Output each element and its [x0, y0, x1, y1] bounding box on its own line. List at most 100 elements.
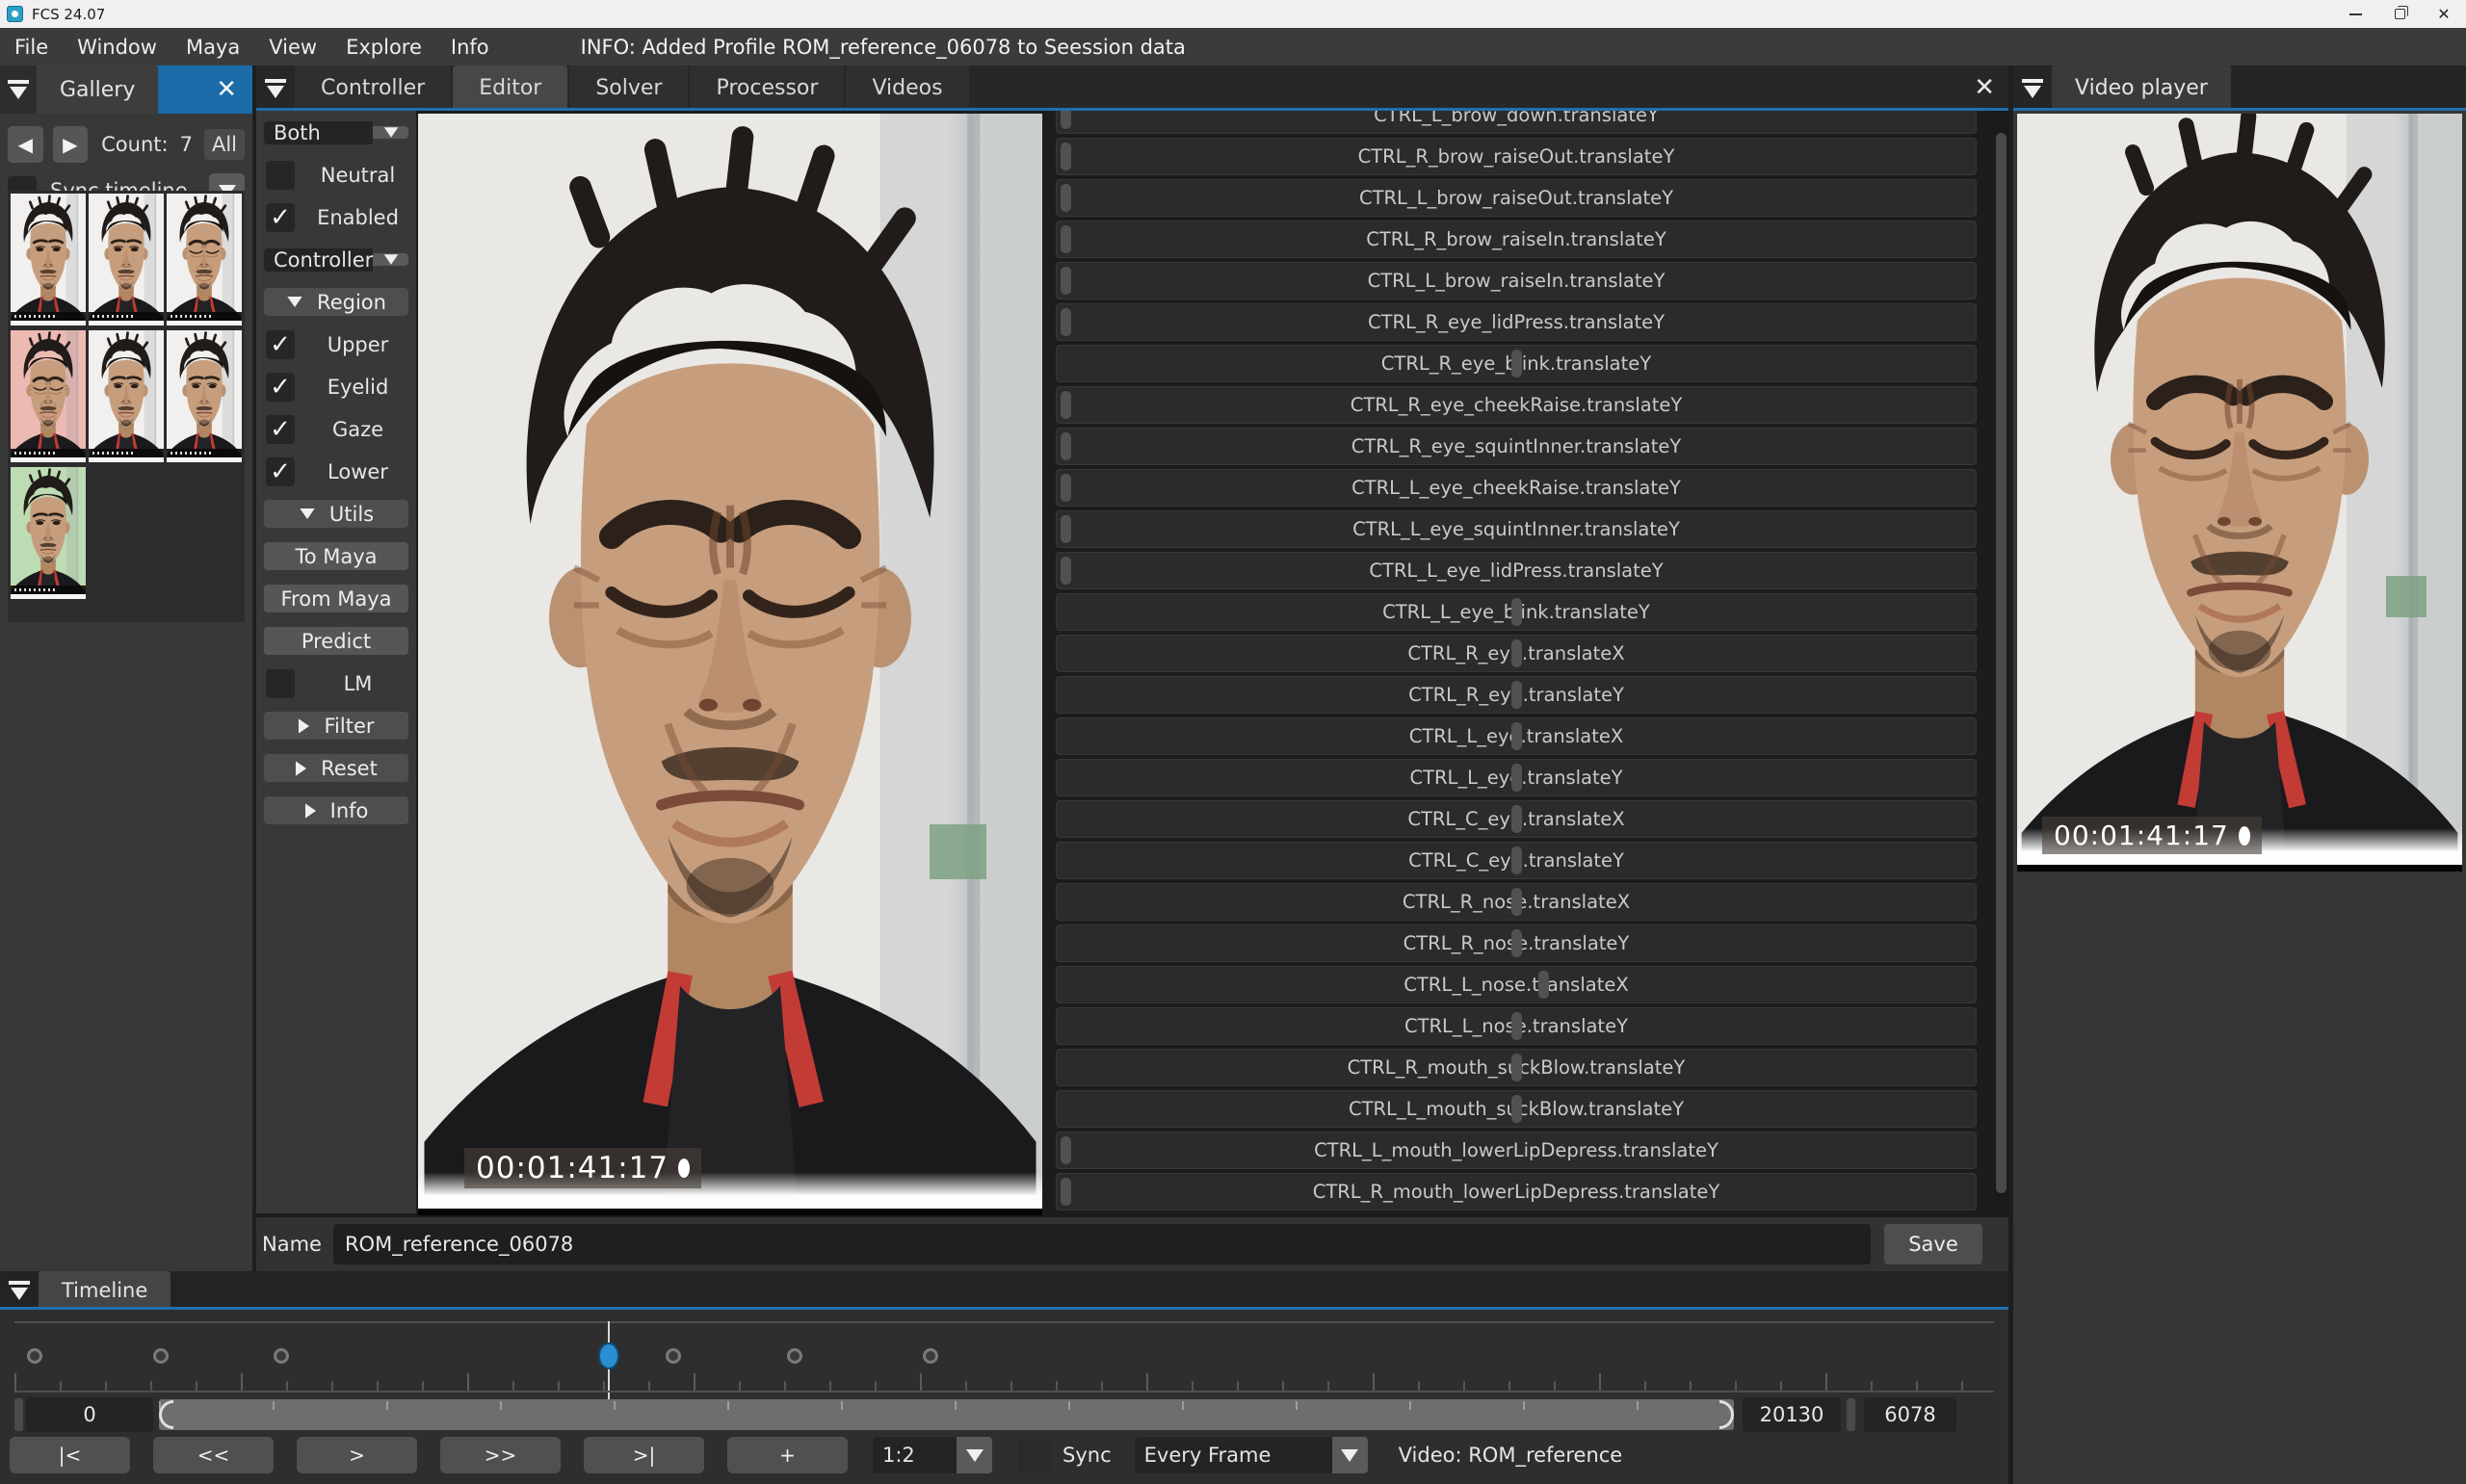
channel-slider-handle[interactable]	[1061, 184, 1071, 212]
timeline-marker[interactable]	[153, 1348, 169, 1364]
channel-slider-handle[interactable]	[1511, 598, 1522, 626]
editor-close-icon[interactable]: ✕	[1974, 73, 1995, 102]
section-info[interactable]: Info	[264, 796, 408, 824]
channel-slider-handle[interactable]	[1511, 929, 1522, 957]
fast-forward-button[interactable]: >>	[440, 1437, 561, 1473]
channel-row[interactable]: CTRL_C_eye.translateX	[1056, 800, 1977, 838]
sync-checkbox[interactable]	[1018, 1439, 1051, 1471]
both-dropdown[interactable]: Both	[264, 118, 408, 146]
reference-video-view[interactable]: 00:01:41:17	[2017, 114, 2462, 872]
range-slider[interactable]	[159, 1399, 1734, 1430]
channel-row[interactable]: CTRL_R_mouth_suckBlow.translateY	[1056, 1049, 1977, 1086]
play-button[interactable]: >	[297, 1437, 417, 1473]
section-reset[interactable]: Reset	[264, 754, 408, 782]
channel-slider-handle[interactable]	[1511, 1054, 1522, 1081]
channel-slider-handle[interactable]	[1511, 846, 1522, 874]
eyelid-checkbox[interactable]: ✓	[266, 373, 295, 402]
timeline-marker[interactable]	[274, 1348, 289, 1364]
channel-slider-handle[interactable]	[1511, 764, 1522, 792]
tab-video-player[interactable]: Video player	[2052, 65, 2231, 111]
panel-collapse-icon[interactable]	[0, 65, 37, 114]
channel-row[interactable]: CTRL_L_brow_down.translateY	[1056, 111, 1977, 134]
range-left-handle[interactable]	[14, 1398, 23, 1431]
gallery-close-icon[interactable]: ✕	[216, 75, 237, 104]
menu-window[interactable]: Window	[63, 36, 171, 59]
gaze-checkbox[interactable]: ✓	[266, 415, 295, 444]
gallery-next-button[interactable]: ▶	[53, 126, 89, 163]
scrollbar-thumb[interactable]	[1996, 133, 2007, 1193]
channel-slider-handle[interactable]	[1511, 1095, 1522, 1123]
from-maya-button[interactable]: From Maya	[264, 585, 408, 612]
channel-slider-handle[interactable]	[1061, 557, 1071, 585]
gallery-thumbnail[interactable]	[89, 194, 164, 325]
controller-dropdown[interactable]: Controller	[264, 246, 408, 273]
channel-slider-handle[interactable]	[1061, 515, 1071, 543]
gallery-thumbnail[interactable]	[11, 194, 86, 325]
to-maya-button[interactable]: To Maya	[264, 542, 408, 570]
channel-slider-handle[interactable]	[1061, 267, 1071, 295]
channel-slider-handle[interactable]	[1538, 971, 1549, 999]
timeline-marker-current[interactable]	[598, 1342, 619, 1369]
channel-row[interactable]: CTRL_R_eye_lidPress.translateY	[1056, 303, 1977, 341]
gallery-thumbnail[interactable]	[167, 330, 242, 462]
panel-collapse-icon[interactable]	[256, 79, 295, 98]
gallery-prev-button[interactable]: ◀	[8, 126, 43, 163]
channel-slider-handle[interactable]	[1511, 1012, 1522, 1040]
channel-slider-handle[interactable]	[1511, 681, 1522, 709]
channel-row[interactable]: CTRL_L_mouth_lowerLipDepress.translateY	[1056, 1132, 1977, 1169]
tab-gallery[interactable]: Gallery	[37, 65, 158, 114]
channel-slider-handle[interactable]	[1061, 391, 1071, 419]
channel-slider-handle[interactable]	[1061, 1178, 1071, 1206]
lm-checkbox[interactable]	[266, 669, 295, 698]
menu-maya[interactable]: Maya	[171, 36, 254, 59]
section-region[interactable]: Region	[264, 288, 408, 316]
channel-row[interactable]: CTRL_L_eye_lidPress.translateY	[1056, 552, 1977, 589]
go-to-start-button[interactable]: |<	[10, 1437, 130, 1473]
channel-row[interactable]: CTRL_L_brow_raiseIn.translateY	[1056, 262, 1977, 299]
current-frame-field[interactable]: 6078	[1864, 1397, 1956, 1432]
channel-slider-handle[interactable]	[1061, 474, 1071, 502]
menu-info[interactable]: Info	[436, 36, 504, 59]
gallery-thumbnail[interactable]	[11, 467, 86, 599]
channel-row[interactable]: CTRL_R_brow_raiseIn.translateY	[1056, 221, 1977, 258]
menu-file[interactable]: File	[0, 36, 63, 59]
frame-mode-dropdown[interactable]: Every Frame	[1135, 1437, 1368, 1473]
channel-row[interactable]: CTRL_R_eye.translateY	[1056, 676, 1977, 714]
channel-slider-handle[interactable]	[1061, 111, 1071, 129]
tab-timeline[interactable]: Timeline	[39, 1271, 171, 1310]
menu-explore[interactable]: Explore	[331, 36, 436, 59]
channel-row[interactable]: CTRL_L_eye.translateY	[1056, 759, 1977, 796]
channel-row[interactable]: CTRL_R_eye_blink.translateY	[1056, 345, 1977, 382]
channel-row[interactable]: CTRL_R_nose.translateY	[1056, 924, 1977, 962]
timeline-marker[interactable]	[787, 1348, 802, 1364]
gallery-thumbnail[interactable]	[89, 330, 164, 462]
tab-editor[interactable]: Editor	[453, 65, 567, 111]
restore-button[interactable]	[2377, 0, 2422, 28]
close-button[interactable]: ✕	[2422, 0, 2466, 28]
tab-solver[interactable]: Solver	[569, 65, 688, 111]
playback-ratio-dropdown[interactable]: 1:2	[873, 1437, 992, 1473]
channel-row[interactable]: CTRL_L_eye_squintInner.translateY	[1056, 510, 1977, 548]
channel-scrollbar[interactable]	[1994, 111, 2008, 1215]
channel-slider-handle[interactable]	[1061, 432, 1071, 460]
range-start-field[interactable]: 0	[26, 1397, 153, 1432]
save-button[interactable]: Save	[1884, 1224, 1982, 1264]
lower-checkbox[interactable]: ✓	[266, 457, 295, 486]
section-utils[interactable]: Utils	[264, 500, 408, 528]
channel-slider-handle[interactable]	[1511, 722, 1522, 750]
channel-row[interactable]: CTRL_L_nose.translateY	[1056, 1007, 1977, 1045]
channel-slider-handle[interactable]	[1061, 225, 1071, 253]
add-button[interactable]: +	[727, 1437, 848, 1473]
step-back-button[interactable]: <<	[153, 1437, 274, 1473]
tab-videos[interactable]: Videos	[846, 65, 968, 111]
channel-row[interactable]: CTRL_L_mouth_suckBlow.translateY	[1056, 1090, 1977, 1128]
tab-processor[interactable]: Processor	[690, 65, 844, 111]
channel-slider-handle[interactable]	[1511, 805, 1522, 833]
channel-row[interactable]: CTRL_L_eye_cheekRaise.translateY	[1056, 469, 1977, 507]
neutral-checkbox[interactable]	[266, 161, 295, 190]
channel-row[interactable]: CTRL_L_eye_blink.translateY	[1056, 593, 1977, 631]
channel-slider-handle[interactable]	[1511, 639, 1522, 667]
range-mid-handle[interactable]	[1847, 1398, 1855, 1431]
channel-row[interactable]: CTRL_R_eye_cheekRaise.translateY	[1056, 386, 1977, 424]
channel-slider-handle[interactable]	[1061, 1136, 1071, 1164]
